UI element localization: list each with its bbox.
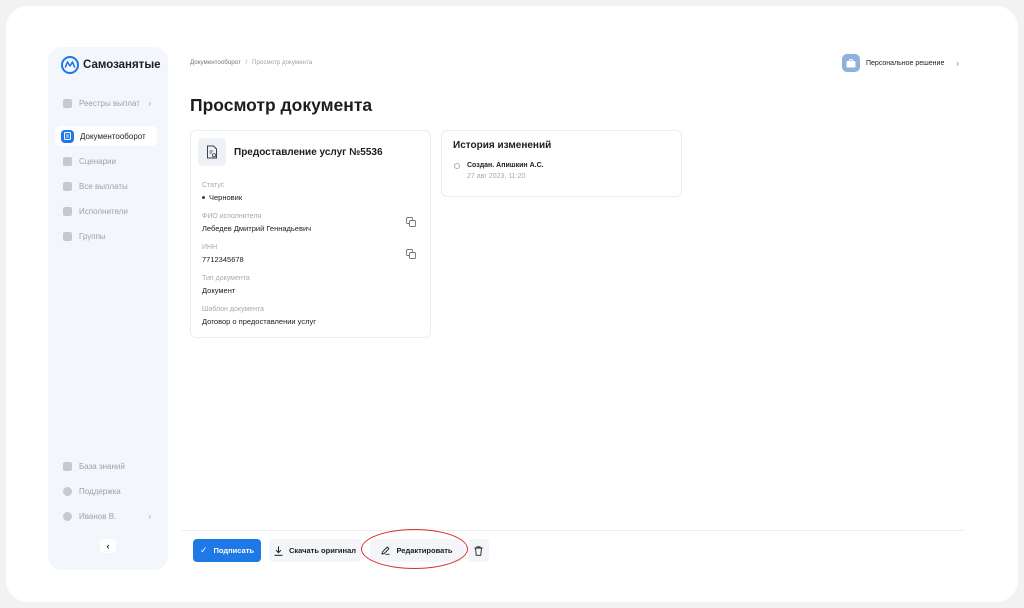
logo[interactable]: Самозанятые [61, 56, 161, 74]
field-label: ФИО исполнителя [202, 213, 262, 220]
sidebar-item-label: Исполнители [79, 206, 128, 216]
document-card: Предоставление услуг №5536 Статус Чернов… [190, 130, 431, 338]
status-value: Черновик [209, 193, 243, 202]
chevron-right-icon: › [148, 511, 151, 521]
download-button-label: Скачать оригинал [288, 546, 357, 555]
history-item-text: Создан. Апишкин А.С. 27 авг 2023, 11:20 [467, 162, 544, 180]
edit-button[interactable]: Редактировать [370, 539, 464, 562]
sign-button[interactable]: ✓ Подписать [193, 539, 261, 562]
sidebar-item-support[interactable]: Поддержка [55, 481, 157, 501]
sidebar-item-label: Сценарии [79, 156, 116, 166]
copy-icon[interactable] [406, 249, 416, 259]
document-header: Предоставление услуг №5536 [198, 138, 383, 166]
field-value: Договор о предоставлении услуг [202, 317, 316, 326]
breadcrumb-parent[interactable]: Документооборот [190, 59, 241, 66]
chevron-left-icon: ‹ [106, 541, 110, 551]
sidebar-item-user[interactable]: Иванов В. › [55, 506, 157, 526]
sidebar-item-label: Все выплаты [79, 181, 128, 191]
action-bar-divider [181, 530, 965, 531]
checkmark-icon: ✓ [199, 545, 208, 555]
delete-button[interactable] [468, 539, 489, 562]
sidebar-item-scenarios[interactable]: Сценарии [55, 151, 157, 171]
history-card: История изменений Создан. Апишкин А.С. 2… [441, 130, 682, 197]
history-author: Создан. Апишкин А.С. [467, 162, 544, 169]
chat-icon [63, 486, 72, 496]
document-type-field: Тип документа Документ [202, 275, 250, 295]
sidebar-item-payment-registers[interactable]: Реестры выплат › [55, 93, 157, 113]
inn-field: ИНН 7712345678 [202, 244, 244, 264]
status-dot [202, 196, 205, 199]
plan-label: Персональное решение [866, 59, 945, 67]
chevron-right-icon: › [956, 58, 960, 68]
collapse-sidebar-button[interactable]: ‹ [100, 539, 116, 553]
status-value-row: Черновик [202, 193, 242, 202]
document-flow-icon [61, 129, 74, 143]
edit-button-label: Редактировать [396, 546, 453, 555]
history-title: История изменений [453, 140, 552, 151]
sidebar-item-label: Реестры выплат [79, 98, 140, 108]
scenario-icon [63, 156, 72, 166]
sidebar-item-label: Группы [79, 231, 106, 241]
chevron-right-icon: › [148, 98, 151, 108]
payments-icon [63, 181, 72, 191]
app-name: Самозанятые [83, 59, 161, 71]
history-timestamp: 27 авг 2023, 11:20 [467, 173, 526, 180]
breadcrumb-current: Просмотр документа [252, 59, 313, 66]
field-value: 7712345678 [202, 255, 244, 264]
performer-name-field: ФИО исполнителя Лебедев Дмитрий Геннадье… [202, 213, 311, 233]
sidebar-item-knowledge-base[interactable]: База знаний [55, 456, 157, 476]
field-value: Лебедев Дмитрий Геннадьевич [202, 224, 312, 233]
field-label: Статус [202, 182, 225, 189]
download-icon [274, 546, 283, 556]
users-icon [63, 206, 72, 216]
document-icon [198, 138, 226, 166]
sidebar-item-label: Документооборот [80, 131, 146, 141]
sidebar-item-label: Поддержка [79, 486, 121, 496]
logo-icon [61, 56, 79, 74]
field-value: Документ [202, 286, 236, 295]
document-template-field: Шаблон документа Договор о предоставлени… [202, 306, 316, 326]
sidebar-item-performers[interactable]: Исполнители [55, 201, 157, 221]
plan-switcher[interactable]: Персональное решение › [842, 54, 959, 72]
briefcase-icon [842, 54, 860, 72]
field-label: Тип документа [202, 275, 250, 282]
sidebar: Самозанятые Реестры выплат › Документооб… [48, 47, 168, 570]
user-icon [63, 511, 72, 521]
field-label: Шаблон документа [202, 306, 265, 313]
history-item: Создан. Апишкин А.С. 27 авг 2023, 11:20 [454, 162, 544, 180]
breadcrumb-separator: / [245, 59, 248, 66]
page-title: Просмотр документа [190, 95, 373, 115]
timeline-marker [454, 163, 460, 169]
sidebar-item-groups[interactable]: Группы [55, 226, 157, 246]
sidebar-item-label: Иванов В. [79, 511, 117, 521]
trash-icon [474, 545, 483, 556]
folder-icon [63, 231, 72, 241]
copy-icon[interactable] [406, 217, 416, 227]
sidebar-item-all-payments[interactable]: Все выплаты [55, 176, 157, 196]
wallet-icon [63, 98, 72, 108]
graduation-cap-icon [63, 461, 72, 471]
sidebar-item-document-flow[interactable]: Документооборот [55, 126, 157, 146]
sidebar-item-label: База знаний [79, 461, 125, 471]
download-original-button[interactable]: Скачать оригинал [269, 539, 361, 562]
field-label: ИНН [202, 244, 218, 251]
breadcrumb: Документооборот / Просмотр документа [190, 59, 312, 66]
status-field: Статус Черновик [202, 182, 242, 202]
pencil-icon [382, 546, 390, 555]
document-title: Предоставление услуг №5536 [234, 146, 383, 158]
sign-button-label: Подписать [213, 546, 255, 555]
